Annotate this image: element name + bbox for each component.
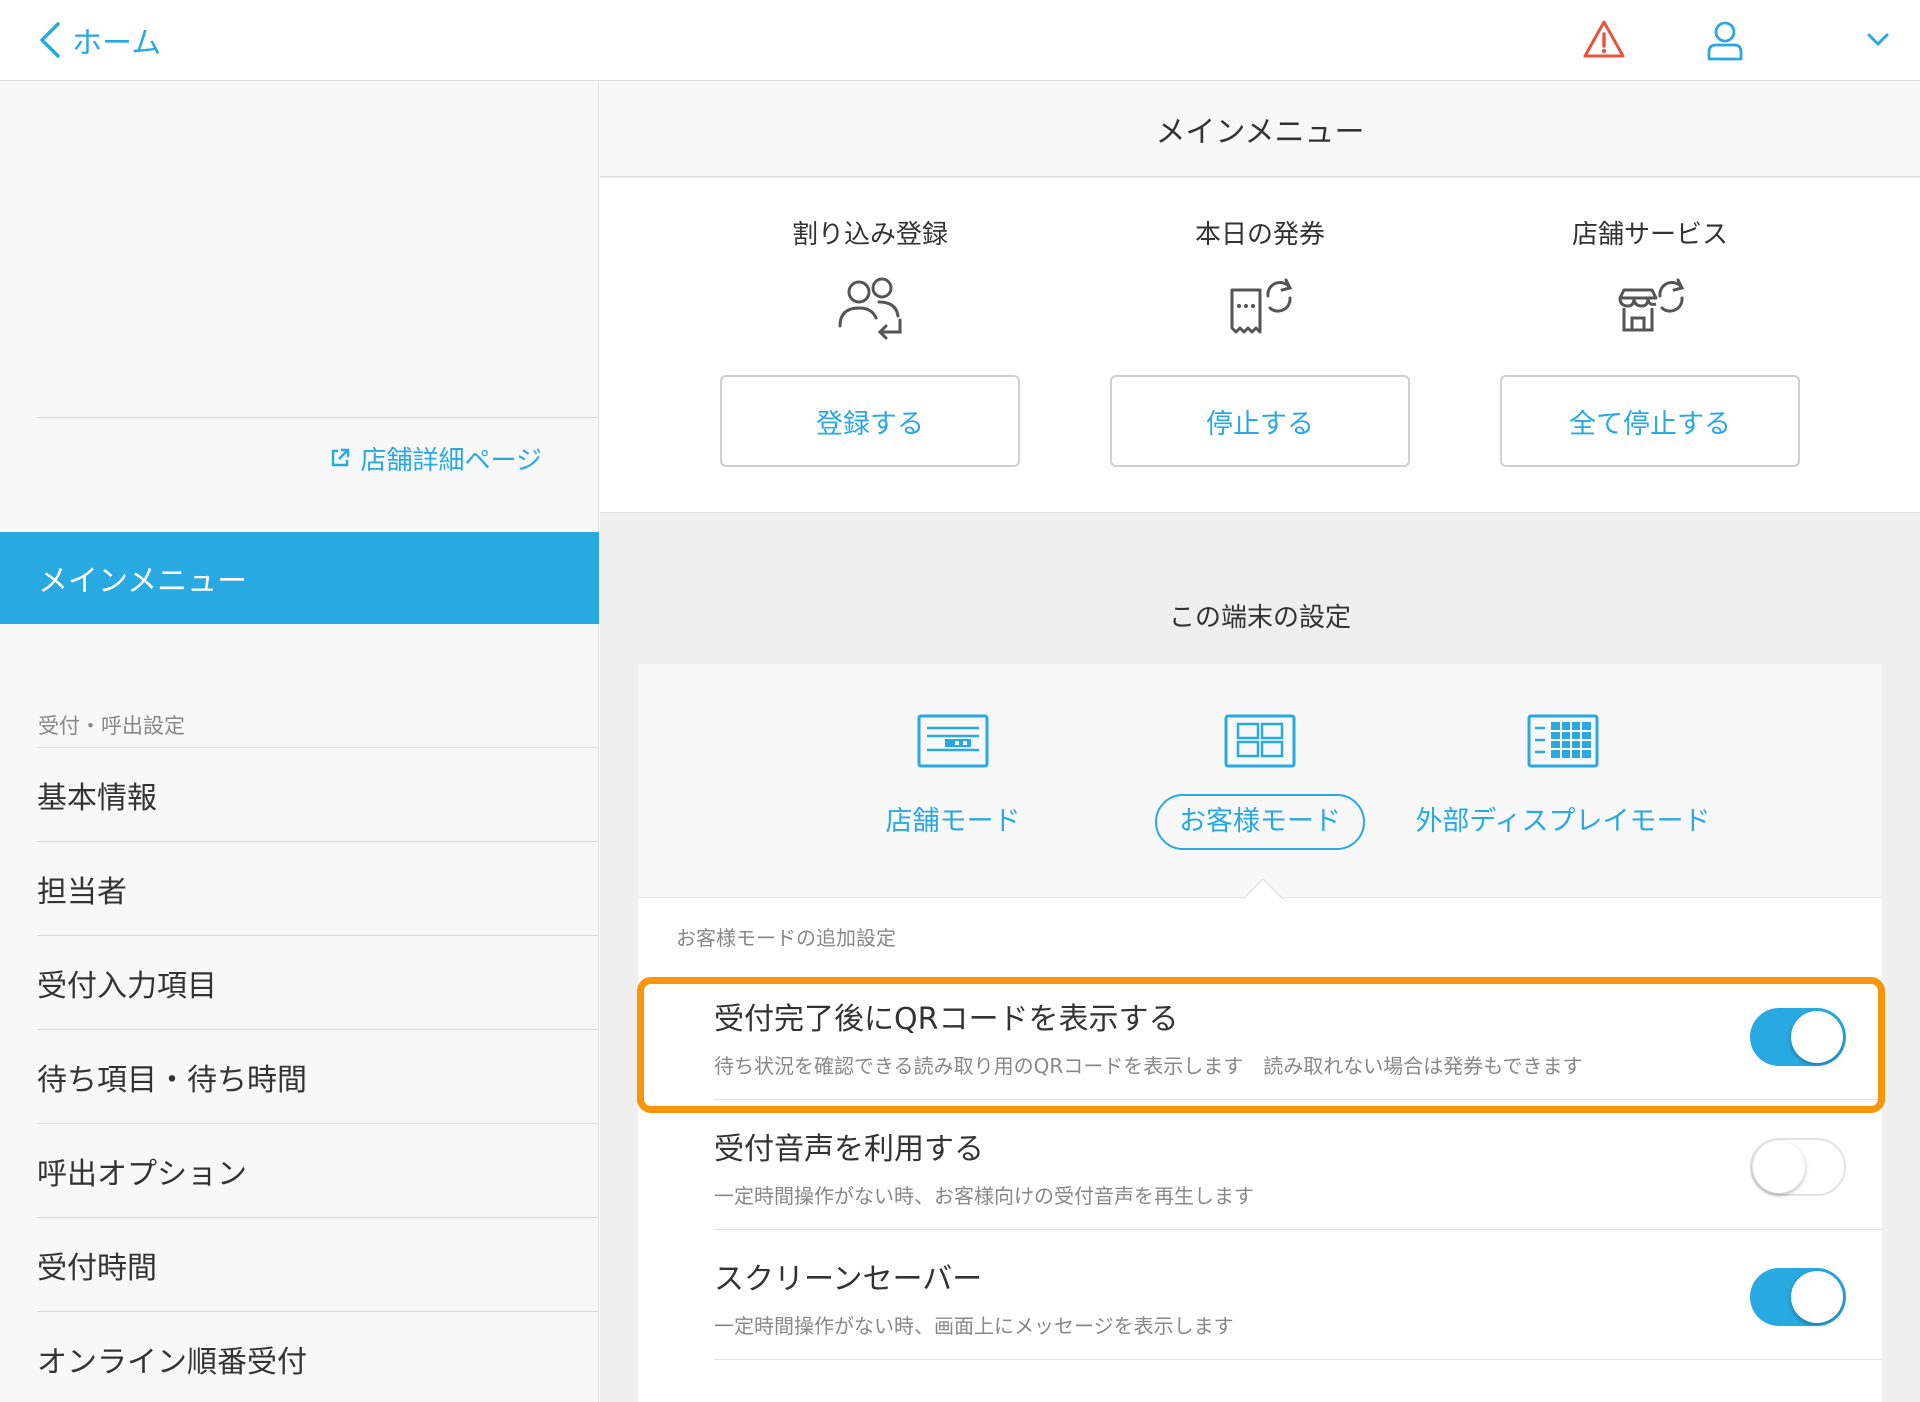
setting-show-qr: 受付完了後にQRコードを表示する 待ち状況を確認できる読み取り用のQRコードを表…	[638, 970, 1882, 1100]
action-label: 割り込み登録	[791, 220, 948, 250]
customer-mode-icon	[1224, 714, 1296, 768]
sidebar-item-online-reception[interactable]: オンライン順番受付	[37, 1311, 599, 1402]
sidebar-item-staff[interactable]: 担当者	[37, 841, 599, 935]
back-button[interactable]: ホーム	[38, 14, 161, 66]
display-mode-icon	[1527, 714, 1599, 768]
setting-screensaver: スクリーンセーバー 一定時間操作がない時、画面上にメッセージを表示します	[638, 1230, 1882, 1360]
mode-external-display[interactable]: 外部ディスプレイモード	[1403, 664, 1723, 898]
setting-voice: 受付音声を利用する 一定時間操作がない時、お客様向けの受付音声を再生します	[638, 1100, 1882, 1230]
device-settings-title: この端末の設定	[1168, 603, 1351, 633]
top-bar: ホーム	[0, 0, 1920, 81]
setting-title: 受付音声を利用する	[714, 1132, 984, 1167]
back-label: ホーム	[72, 26, 162, 61]
action-label: 店舗サービス	[1571, 220, 1728, 250]
sidebar-item-label: 受付時間	[37, 1250, 157, 1286]
setting-description: 一定時間操作がない時、画面上にメッセージを表示します	[714, 1314, 1234, 1338]
screensaver-toggle[interactable]	[1750, 1268, 1846, 1326]
setting-divider	[714, 1359, 1882, 1360]
setting-description: 待ち状況を確認できる読み取り用のQRコードを表示します 読み取れない場合は発券も…	[714, 1054, 1583, 1078]
selection-pointer	[1243, 877, 1283, 899]
mode-store[interactable]: 店舗モード	[793, 664, 1113, 898]
mode-label: 店舗モード	[885, 806, 1021, 837]
action-today-ticket: 本日の発券 停止する	[1110, 178, 1410, 513]
shop-detail-label: 店舗詳細ページ	[360, 445, 542, 476]
setting-description: 一定時間操作がない時、お客様向けの受付音声を再生します	[714, 1184, 1254, 1208]
chevron-left-icon	[40, 22, 60, 58]
external-link-icon	[331, 448, 349, 467]
alert-icon[interactable]	[1576, 12, 1632, 68]
sidebar-item-main-menu[interactable]: メインメニュー	[0, 532, 599, 624]
sidebar-item-wait-items[interactable]: 待ち項目・待ち時間	[37, 1029, 599, 1123]
sidebar-section-label: 受付・呼出設定	[38, 714, 185, 738]
toggle-knob	[1753, 1141, 1805, 1193]
store-refresh-icon	[1618, 278, 1685, 332]
voice-toggle[interactable]	[1750, 1138, 1846, 1196]
sidebar-item-label: メインメニュー	[38, 564, 248, 599]
register-button[interactable]: 登録する	[720, 375, 1020, 467]
sidebar-item-label: 呼出オプション	[37, 1156, 247, 1192]
sidebar-divider	[37, 417, 598, 418]
action-label: 本日の発券	[1194, 220, 1325, 250]
mode-customer[interactable]: お客様モード	[1100, 664, 1420, 898]
mode-selector: 店舗モード お客様モード 外部ディスプレイモード	[638, 664, 1882, 899]
mode-label: 外部ディスプレイモード	[1415, 806, 1711, 837]
app-window: ホーム 店舗詳細ページ メインメニュー 受付・呼出設定 基本情報 担当者 受付入…	[0, 0, 1920, 1402]
toggle-knob	[1791, 1011, 1843, 1063]
sidebar-item-label: 担当者	[37, 874, 127, 910]
people-interrupt-icon	[838, 277, 902, 340]
sidebar: 店舗詳細ページ メインメニュー 受付・呼出設定 基本情報 担当者 受付入力項目 …	[0, 82, 599, 1402]
setting-title: 受付完了後にQRコードを表示する	[714, 1002, 1179, 1037]
sidebar-item-label: 待ち項目・待ち時間	[37, 1062, 307, 1098]
sidebar-item-label: 受付入力項目	[37, 968, 217, 1004]
sidebar-item-call-options[interactable]: 呼出オプション	[37, 1123, 599, 1217]
device-settings-card: 店舗モード お客様モード 外部ディスプレイモード お客様モードの追加設定 受付完…	[638, 664, 1882, 1402]
page-title: メインメニュー	[600, 82, 1920, 177]
action-panel: 割り込み登録 登録する 本日の発券 停止する 店舗サービス 全て停止する	[600, 178, 1920, 513]
ticket-refresh-icon	[1230, 278, 1293, 334]
action-interrupt: 割り込み登録 登録する	[720, 178, 1020, 513]
stop-all-button[interactable]: 全て停止する	[1500, 375, 1800, 467]
main-panel: メインメニュー 割り込み登録 登録する 本日の発券 停止する 店舗サービス 全て…	[600, 82, 1920, 1402]
toggle-knob	[1791, 1271, 1843, 1323]
mode-label: お客様モード	[1100, 794, 1420, 850]
sidebar-item-reception-fields[interactable]: 受付入力項目	[37, 935, 599, 1029]
store-mode-icon	[917, 714, 989, 768]
action-store-service: 店舗サービス 全て停止する	[1500, 178, 1800, 513]
user-icon[interactable]	[1697, 12, 1753, 68]
sidebar-item-basic-info[interactable]: 基本情報	[37, 747, 599, 841]
additional-settings-label: お客様モードの追加設定	[676, 926, 896, 950]
sidebar-item-label: 基本情報	[37, 780, 157, 816]
sidebar-item-label: オンライン順番受付	[37, 1344, 307, 1380]
sidebar-nav-list: 基本情報 担当者 受付入力項目 待ち項目・待ち時間 呼出オプション 受付時間 オ…	[0, 747, 599, 1402]
stop-button[interactable]: 停止する	[1110, 375, 1410, 467]
sidebar-item-reception-hours[interactable]: 受付時間	[37, 1217, 599, 1311]
qr-toggle[interactable]	[1750, 1008, 1846, 1066]
setting-title: スクリーンセーバー	[714, 1262, 983, 1297]
shop-detail-link[interactable]: 店舗詳細ページ	[329, 438, 542, 478]
chevron-down-icon[interactable]	[1850, 12, 1906, 68]
